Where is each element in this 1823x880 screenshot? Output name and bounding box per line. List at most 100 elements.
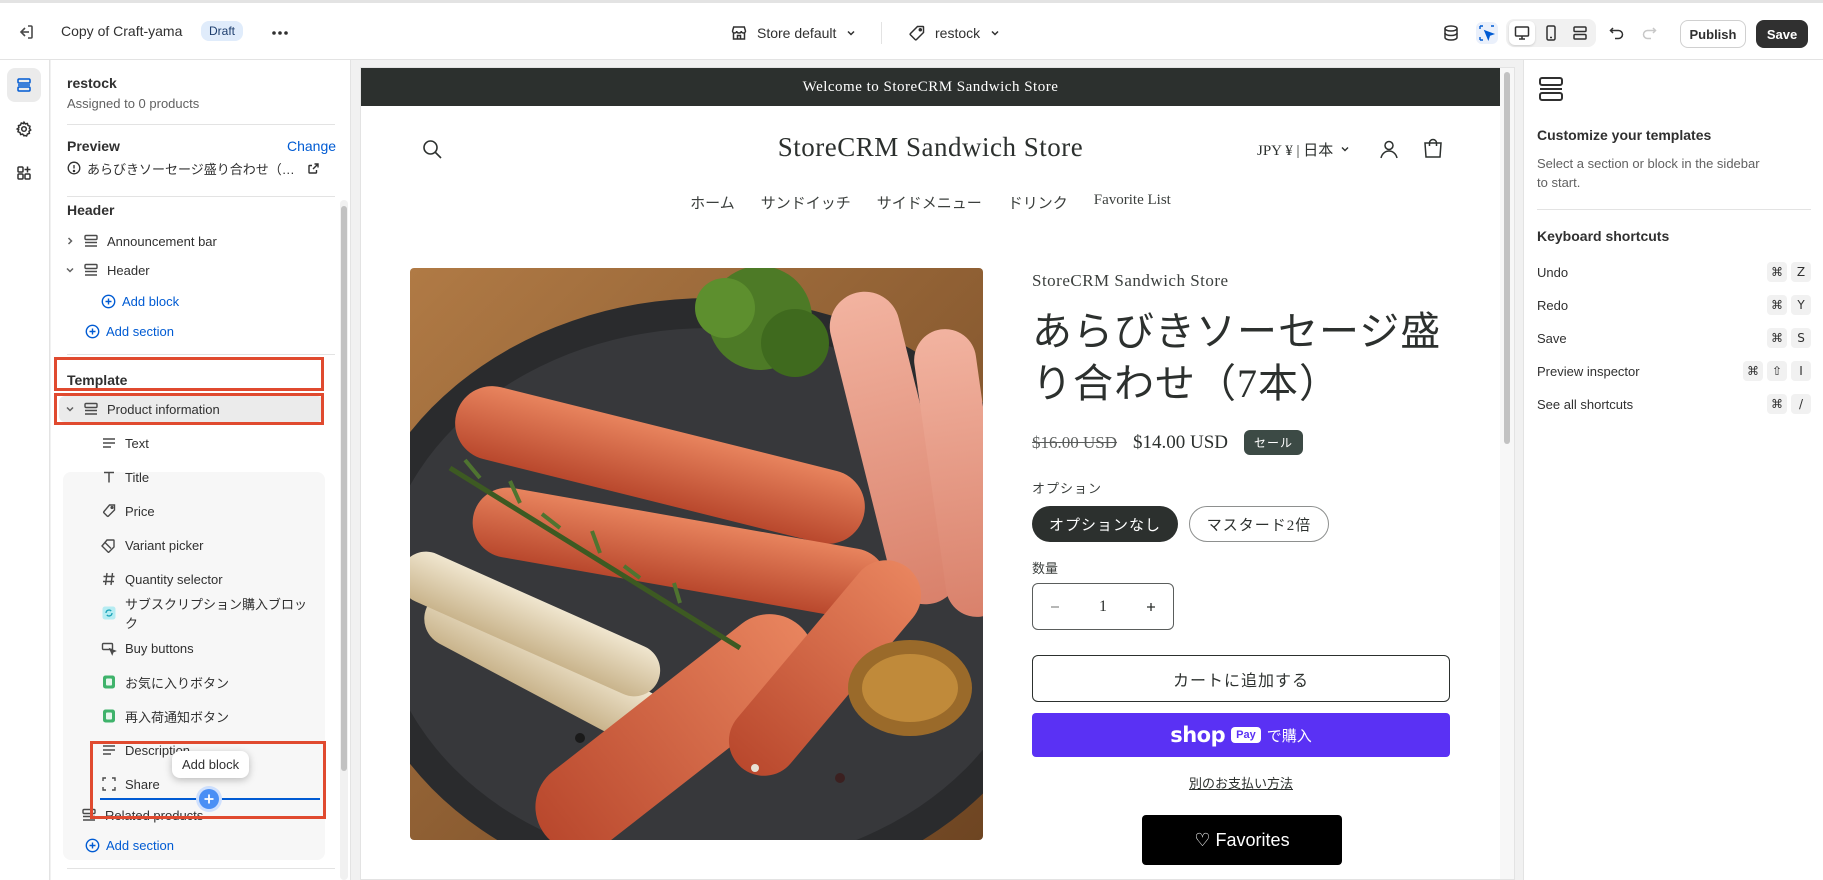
fullscreen-icon[interactable] (1569, 22, 1591, 44)
preview-label: Preview (67, 138, 120, 154)
nav-item-side-menu[interactable]: サイドメニュー (877, 192, 982, 213)
add-block-plus-icon[interactable] (199, 789, 219, 809)
plus-circle-icon (85, 324, 100, 339)
shift-key: ⇧ (1767, 361, 1787, 381)
info-icon (67, 161, 81, 175)
section-label: Product information (107, 401, 220, 417)
section-label: Announcement bar (107, 233, 217, 249)
nav-item-home[interactable]: ホーム (690, 192, 735, 213)
more-actions-icon[interactable] (268, 23, 292, 43)
desktop-icon[interactable] (1511, 22, 1533, 44)
template-assignment: Assigned to 0 products (67, 96, 200, 111)
chevron-down-icon[interactable] (63, 263, 77, 277)
rail-settings-button[interactable] (7, 112, 41, 146)
block-favorite-button[interactable]: お気に入りボタン (101, 669, 311, 695)
header-group-title: Header (67, 202, 115, 218)
save-button[interactable]: Save (1756, 20, 1808, 48)
section-announcement-bar[interactable]: Announcement bar (59, 228, 323, 254)
more-payment-options-link[interactable]: 別のお支払い方法 (1032, 773, 1450, 792)
command-key: ⌘ (1767, 394, 1787, 414)
product-image[interactable] (410, 268, 983, 840)
block-subscription[interactable]: サブスクリプション購入ブロック (101, 597, 311, 631)
block-quantity-selector[interactable]: Quantity selector (101, 566, 311, 592)
chevron-down-icon[interactable] (63, 402, 77, 416)
shop-pay-logo: shop (1170, 723, 1226, 747)
key: / (1791, 394, 1811, 414)
external-link-icon[interactable] (307, 162, 320, 175)
add-section-template[interactable]: Add section (85, 838, 174, 853)
quantity-value[interactable]: 1 (1099, 598, 1107, 616)
section-related-products[interactable]: Related products (81, 802, 281, 828)
text-lines-icon (101, 435, 117, 451)
currency-selector[interactable]: JPY ¥ | 日本 (1257, 138, 1351, 160)
command-key: ⌘ (1743, 361, 1763, 381)
nav-item-favorite-list[interactable]: Favorite List (1094, 192, 1171, 213)
shop-pay-button[interactable]: shop Pay で購入 (1032, 713, 1450, 757)
minus-icon[interactable] (1049, 601, 1061, 613)
mobile-icon[interactable] (1540, 22, 1562, 44)
key: I (1791, 361, 1811, 381)
shop-pay-label: で購入 (1266, 727, 1312, 745)
add-to-cart-button[interactable]: カートに追加する (1032, 655, 1450, 702)
exit-icon[interactable] (16, 22, 36, 42)
block-title[interactable]: Title (101, 464, 311, 490)
inspector-cursor-icon[interactable] (1476, 22, 1498, 44)
block-price[interactable]: Price (101, 498, 311, 524)
publish-button[interactable]: Publish (1680, 20, 1746, 48)
section-product-information[interactable]: Product information (59, 396, 323, 422)
preview-scrollbar-thumb[interactable] (1504, 72, 1510, 444)
rail-apps-button[interactable] (7, 156, 41, 190)
sections-icon (15, 76, 33, 94)
toolbar-divider (881, 22, 882, 44)
option-none-pill[interactable]: オプションなし (1032, 506, 1178, 542)
change-preview-link[interactable]: Change (287, 138, 336, 154)
section-header[interactable]: Header (59, 257, 323, 283)
block-text[interactable]: Text (101, 430, 311, 456)
nav-item-sandwich[interactable]: サンドイッチ (761, 192, 851, 213)
product-title: あらびきソーセージ盛り合わせ（7本） (1032, 309, 1442, 406)
shortcut-see-all: See all shortcuts ⌘ / (1537, 392, 1811, 416)
theme-name: Copy of Craft-yama (61, 23, 183, 39)
divider (1537, 209, 1811, 210)
add-block-header[interactable]: Add block (101, 294, 179, 309)
add-section-header[interactable]: Add section (85, 324, 174, 339)
text-lines-icon (101, 742, 117, 758)
database-icon[interactable] (1440, 22, 1462, 44)
rail-sections-button[interactable] (7, 68, 41, 102)
customize-title: Customize your templates (1537, 127, 1712, 143)
divider (67, 196, 335, 197)
shop-pay-badge: Pay (1231, 727, 1261, 743)
sale-price: $14.00 USD (1133, 431, 1229, 453)
keyboard-shortcuts-title: Keyboard shortcuts (1537, 228, 1670, 244)
variant-icon (101, 537, 117, 553)
template-title: restock (67, 75, 117, 91)
undo-icon[interactable] (1606, 22, 1628, 44)
draft-badge: Draft (201, 21, 244, 41)
template-group-title: Template (67, 372, 128, 388)
plus-icon[interactable] (1145, 601, 1157, 613)
templates-icon (1536, 74, 1566, 104)
favorites-button[interactable]: ♡ Favorites (1142, 815, 1342, 865)
store-selector[interactable]: Store default (730, 21, 857, 45)
redo-icon[interactable] (1638, 22, 1660, 44)
sidebar-scrollbar-thumb[interactable] (341, 206, 347, 771)
template-selector[interactable]: restock (908, 21, 1001, 45)
block-variant-picker[interactable]: Variant picker (101, 532, 311, 558)
cart-icon[interactable] (1421, 137, 1445, 161)
command-key: ⌘ (1767, 262, 1787, 282)
chevron-right-icon[interactable] (63, 234, 77, 248)
option-double-mustard-pill[interactable]: マスタード2倍 (1189, 506, 1329, 542)
block-restock-button[interactable]: 再入荷通知ボタン (101, 703, 311, 729)
key: Z (1791, 262, 1811, 282)
section-icon (83, 401, 99, 417)
title-icon (101, 469, 117, 485)
nav-item-drinks[interactable]: ドリンク (1008, 192, 1068, 213)
divider (67, 868, 335, 869)
compare-at-price: $16.00 USD (1032, 432, 1118, 452)
favorites-label: ♡ Favorites (1194, 829, 1290, 850)
account-icon[interactable] (1377, 137, 1401, 161)
block-buy-buttons[interactable]: Buy buttons (101, 635, 311, 661)
left-rail (0, 60, 50, 880)
currency-label: JPY ¥ | 日本 (1257, 142, 1334, 159)
preview-product-name: あらびきソーセージ盛り合わせ（7本） (87, 161, 301, 177)
